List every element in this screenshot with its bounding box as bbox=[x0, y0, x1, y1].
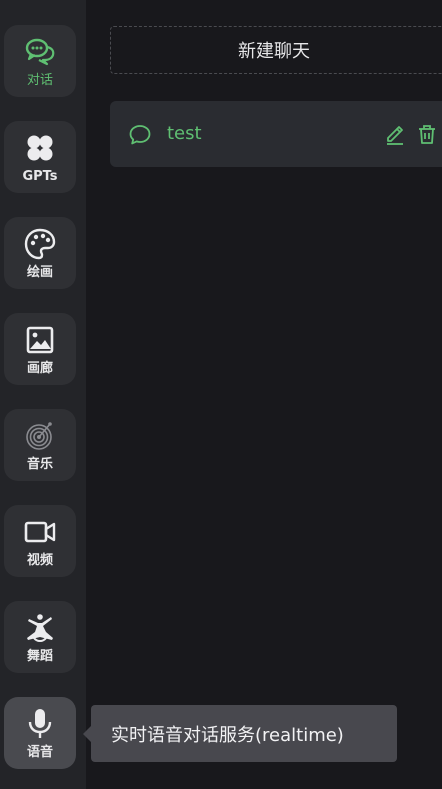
sidebar-item-label: 绘画 bbox=[26, 265, 53, 280]
sidebar-item-label: 语音 bbox=[26, 745, 53, 760]
sidebar-item-music[interactable]: 音乐 bbox=[4, 409, 76, 481]
sidebar-item-gallery[interactable]: 画廊 bbox=[4, 313, 76, 385]
video-camera-icon bbox=[22, 514, 58, 550]
microphone-icon bbox=[22, 706, 58, 742]
sidebar-item-gpts[interactable]: GPTs bbox=[4, 121, 76, 193]
sidebar-item-video[interactable]: 视频 bbox=[4, 505, 76, 577]
voice-tooltip: 实时语音对话服务(realtime) bbox=[83, 705, 397, 762]
music-disc-icon bbox=[22, 418, 58, 454]
sidebar-item-label: 画廊 bbox=[26, 361, 53, 376]
sidebar-item-label: 音乐 bbox=[26, 457, 53, 472]
sidebar-item-dance[interactable]: 舞蹈 bbox=[4, 601, 76, 673]
gpts-grid-icon bbox=[22, 130, 58, 166]
sidebar-item-label: 视频 bbox=[26, 553, 53, 568]
main-panel: 新建聊天 test bbox=[86, 0, 442, 789]
sidebar-item-chat[interactable]: 对话 bbox=[4, 25, 76, 97]
palette-icon bbox=[22, 226, 58, 262]
sidebar-item-label: 对话 bbox=[26, 73, 53, 88]
chat-bubble-icon bbox=[129, 125, 151, 145]
trash-icon[interactable] bbox=[416, 123, 438, 145]
new-chat-button[interactable]: 新建聊天 bbox=[110, 26, 442, 74]
sidebar-item-voice[interactable]: 语音 bbox=[4, 697, 76, 769]
sidebar-item-label: 舞蹈 bbox=[26, 649, 53, 664]
sidebar-item-drawing[interactable]: 绘画 bbox=[4, 217, 76, 289]
sidebar: 对话 GPTs 绘画 画廊 音乐 视频 舞蹈 语音 bbox=[0, 0, 86, 789]
edit-icon[interactable] bbox=[384, 123, 406, 145]
gallery-image-icon bbox=[22, 322, 58, 358]
app-window: 对话 GPTs 绘画 画廊 音乐 视频 舞蹈 语音 新建聊天 test 实时语音… bbox=[0, 0, 442, 789]
session-item[interactable]: test bbox=[110, 101, 442, 167]
chat-bubbles-icon bbox=[22, 34, 58, 70]
session-title: test bbox=[167, 123, 202, 144]
sidebar-item-label: GPTs bbox=[22, 169, 58, 184]
new-chat-label: 新建聊天 bbox=[238, 41, 310, 62]
tooltip-text: 实时语音对话服务(realtime) bbox=[111, 724, 344, 746]
dance-icon bbox=[22, 610, 58, 646]
